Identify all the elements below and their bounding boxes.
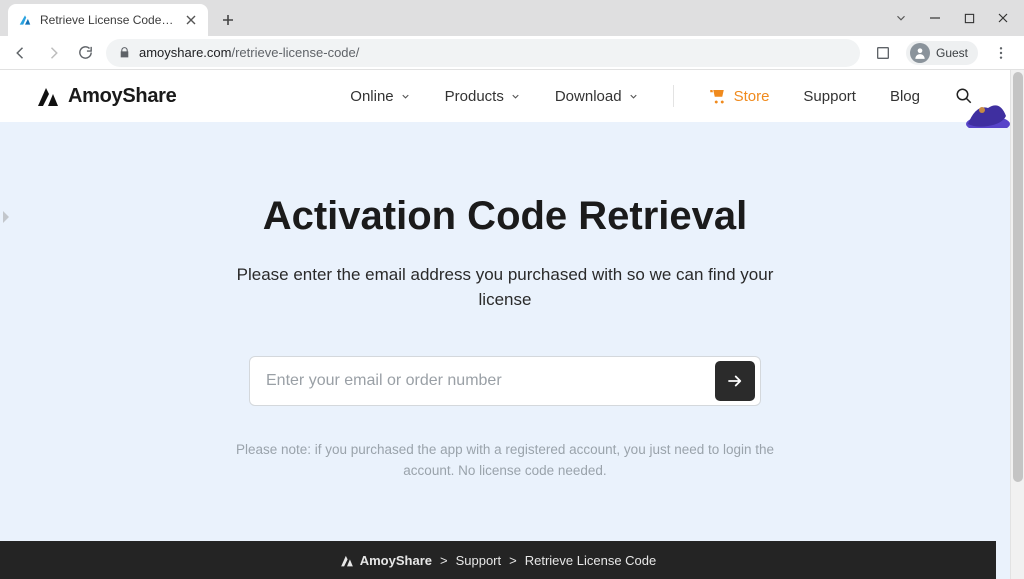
hero-section: Activation Code Retrieval Please enter t… bbox=[0, 122, 1010, 508]
kebab-menu-icon[interactable] bbox=[988, 40, 1014, 66]
email-input[interactable] bbox=[266, 372, 715, 390]
nav-store[interactable]: Store bbox=[708, 87, 770, 105]
address-bar[interactable]: amoyshare.com/retrieve-license-code/ bbox=[106, 39, 860, 67]
nav-support-label: Support bbox=[803, 88, 856, 105]
nav-download[interactable]: Download bbox=[555, 88, 639, 105]
window-maximize-button[interactable] bbox=[952, 4, 986, 32]
profile-label: Guest bbox=[936, 46, 968, 60]
chevron-down-icon bbox=[400, 91, 411, 102]
tab-close-icon[interactable] bbox=[184, 13, 198, 27]
browser-tabstrip: Retrieve License Code - AmoySh bbox=[0, 0, 1024, 36]
footer-brand-label: AmoyShare bbox=[360, 553, 432, 568]
nav-support[interactable]: Support bbox=[803, 88, 856, 105]
primary-nav: Online Products Download bbox=[350, 85, 974, 107]
breadcrumb-separator: > bbox=[440, 553, 448, 568]
nav-products[interactable]: Products bbox=[445, 88, 521, 105]
tab-favicon bbox=[18, 13, 32, 27]
extensions-icon[interactable] bbox=[870, 40, 896, 66]
arrow-right-icon bbox=[726, 372, 744, 390]
browser-toolbar: amoyshare.com/retrieve-license-code/ Gue… bbox=[0, 36, 1024, 70]
nav-store-label: Store bbox=[734, 88, 770, 105]
nav-blog[interactable]: Blog bbox=[890, 88, 920, 105]
nav-divider bbox=[673, 85, 674, 107]
nav-products-label: Products bbox=[445, 88, 504, 105]
submit-button[interactable] bbox=[715, 361, 755, 401]
vertical-scrollbar[interactable] bbox=[1010, 70, 1024, 579]
new-tab-button[interactable] bbox=[214, 6, 242, 34]
nav-online[interactable]: Online bbox=[350, 88, 410, 105]
cart-icon bbox=[708, 87, 726, 105]
avatar-icon bbox=[910, 43, 930, 63]
site-header: AmoyShare Online Products Download bbox=[0, 70, 1010, 122]
tabs-dropdown-icon[interactable] bbox=[884, 4, 918, 32]
page-content: AmoyShare Online Products Download bbox=[0, 70, 1010, 579]
search-icon[interactable] bbox=[954, 86, 974, 106]
page-subtitle: Please enter the email address you purch… bbox=[225, 263, 785, 312]
page-title: Activation Code Retrieval bbox=[263, 194, 748, 239]
tab-title: Retrieve License Code - AmoySh bbox=[40, 13, 176, 27]
brand-name: AmoyShare bbox=[68, 85, 176, 108]
logo-icon bbox=[36, 85, 60, 107]
forward-button[interactable] bbox=[42, 42, 64, 64]
lock-icon bbox=[118, 46, 131, 59]
back-button[interactable] bbox=[10, 42, 32, 64]
chevron-down-icon bbox=[628, 91, 639, 102]
window-close-button[interactable] bbox=[986, 4, 1020, 32]
breadcrumb-current: Retrieve License Code bbox=[525, 553, 657, 568]
browser-tab[interactable]: Retrieve License Code - AmoySh bbox=[8, 4, 208, 36]
form-note: Please note: if you purchased the app wi… bbox=[225, 440, 785, 482]
nav-online-label: Online bbox=[350, 88, 393, 105]
window-minimize-button[interactable] bbox=[918, 4, 952, 32]
url-text: amoyshare.com/retrieve-license-code/ bbox=[139, 45, 359, 60]
scrollbar-thumb[interactable] bbox=[1013, 72, 1023, 482]
side-handle-icon[interactable] bbox=[0, 198, 12, 236]
retrieval-form bbox=[249, 356, 761, 406]
brand-logo[interactable]: AmoyShare bbox=[36, 85, 176, 108]
footer-logo[interactable]: AmoyShare bbox=[340, 553, 432, 568]
profile-chip[interactable]: Guest bbox=[906, 41, 978, 65]
breadcrumb-separator: > bbox=[509, 553, 517, 568]
nav-download-label: Download bbox=[555, 88, 622, 105]
breadcrumb-footer: AmoyShare > Support > Retrieve License C… bbox=[0, 541, 996, 579]
reload-button[interactable] bbox=[74, 42, 96, 64]
breadcrumb-support[interactable]: Support bbox=[456, 553, 502, 568]
nav-blog-label: Blog bbox=[890, 88, 920, 105]
chevron-down-icon bbox=[510, 91, 521, 102]
